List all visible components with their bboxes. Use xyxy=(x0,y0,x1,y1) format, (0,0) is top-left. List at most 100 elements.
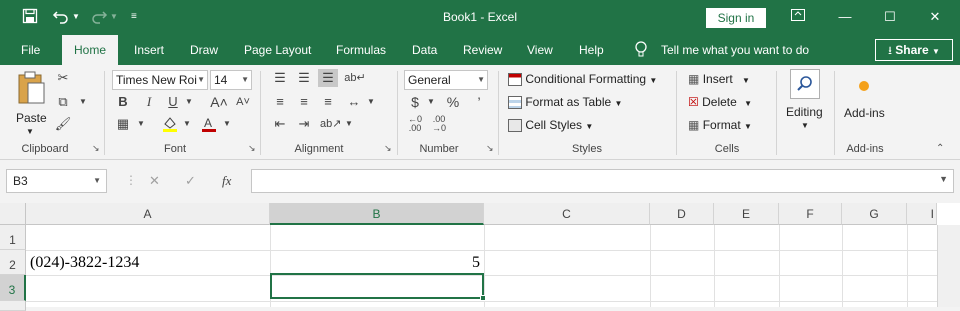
column-header-b[interactable]: B xyxy=(270,203,484,225)
align-top-icon[interactable]: ☰ xyxy=(270,69,290,87)
number-format-select[interactable]: General ▼ xyxy=(404,70,488,90)
copy-icon[interactable]: ⧉ xyxy=(54,93,72,111)
orientation-icon[interactable]: ab↗ xyxy=(320,115,341,133)
fill-handle[interactable] xyxy=(480,295,486,301)
number-launcher-icon[interactable]: ↘ xyxy=(486,143,494,154)
underline-dropdown-icon[interactable]: ▼ xyxy=(184,93,194,111)
tab-file[interactable]: File xyxy=(21,35,40,65)
fill-color-icon[interactable] xyxy=(160,115,180,138)
tab-page-layout[interactable]: Page Layout xyxy=(244,35,311,65)
column-header-c[interactable]: C xyxy=(484,203,650,225)
formula-bar-area: B3 ▼ ⋮ ✕ ✓ fx ▼ xyxy=(0,161,960,203)
active-cell-b3[interactable] xyxy=(270,273,484,299)
minimize-button[interactable]: — xyxy=(822,0,868,35)
align-right-icon[interactable]: ≡ xyxy=(318,93,338,111)
decrease-font-size-icon[interactable]: A˅ xyxy=(234,93,252,111)
tab-help[interactable]: Help xyxy=(579,35,604,65)
tab-formulas[interactable]: Formulas xyxy=(336,35,386,65)
cell-b2[interactable]: 5 xyxy=(274,251,480,275)
column-header-g[interactable]: G xyxy=(842,203,907,225)
font-size-select[interactable]: 14 ▼ xyxy=(210,70,252,90)
insert-cells-button[interactable]: ▦ Insert ▼ xyxy=(688,70,750,90)
column-header-d[interactable]: D xyxy=(650,203,714,225)
tab-review[interactable]: Review xyxy=(463,35,502,65)
row-header-1[interactable]: 1 xyxy=(0,225,26,250)
merge-center-icon[interactable]: ↔ xyxy=(344,93,364,111)
chevron-down-icon: ▼ xyxy=(801,121,809,130)
copy-dropdown-icon[interactable]: ▼ xyxy=(78,93,88,111)
tab-data[interactable]: Data xyxy=(412,35,437,65)
row-header-4[interactable] xyxy=(0,301,26,311)
alignment-launcher-icon[interactable]: ↘ xyxy=(384,143,392,154)
borders-icon[interactable]: ▦ xyxy=(114,115,132,133)
font-color-dropdown-icon[interactable]: ▼ xyxy=(222,115,232,133)
decrease-decimal-icon[interactable]: .00 →0 xyxy=(428,115,450,133)
borders-dropdown-icon[interactable]: ▼ xyxy=(136,115,146,133)
align-middle-icon[interactable]: ☰ xyxy=(294,69,314,87)
increase-indent-icon[interactable]: ⇥ xyxy=(294,115,314,133)
decrease-indent-icon[interactable]: ⇤ xyxy=(270,115,290,133)
font-launcher-icon[interactable]: ↘ xyxy=(248,143,256,154)
maximize-button[interactable]: ☐ xyxy=(867,0,913,35)
column-header-e[interactable]: E xyxy=(714,203,779,225)
formula-input[interactable]: ▼ xyxy=(251,169,954,193)
currency-button[interactable]: $ xyxy=(406,93,424,111)
row-header-2[interactable]: 2 xyxy=(0,250,26,275)
ribbon-display-options-icon[interactable] xyxy=(775,0,821,35)
share-button[interactable]: ⭳ Share ▼ xyxy=(875,39,953,61)
italic-button[interactable]: I xyxy=(140,93,158,111)
format-as-table-button[interactable]: Format as Table ▼ xyxy=(508,93,622,113)
add-ins-button[interactable]: Add-ins xyxy=(842,77,892,120)
enter-icon[interactable]: ✓ xyxy=(185,173,196,189)
increase-font-size-icon[interactable]: A˄ xyxy=(210,93,228,111)
merge-dropdown-icon[interactable]: ▼ xyxy=(366,93,376,111)
wrap-text-icon[interactable]: ab↵ xyxy=(344,69,366,87)
vertical-scrollbar[interactable] xyxy=(937,225,960,307)
alignment-group-label: Alignment xyxy=(294,143,344,155)
comma-style-button[interactable]: ’ xyxy=(472,93,486,111)
chevron-down-icon: ▼ xyxy=(585,122,594,131)
close-button[interactable]: ✕ xyxy=(912,0,958,35)
column-header-f[interactable]: F xyxy=(779,203,842,225)
group-divider xyxy=(397,71,398,155)
fill-color-dropdown-icon[interactable]: ▼ xyxy=(182,115,192,133)
cell-a2[interactable]: (024)-3822-1234 xyxy=(30,251,266,275)
increase-decimal-icon[interactable]: ←0.00 xyxy=(404,115,426,133)
collapse-ribbon-icon[interactable]: ⌃ xyxy=(936,143,944,154)
cell-styles-button[interactable]: Cell Styles ▼ xyxy=(508,116,593,136)
column-header-partial[interactable]: I xyxy=(907,203,937,225)
tab-insert[interactable]: Insert xyxy=(134,35,164,65)
insert-cells-icon: ▦ xyxy=(688,72,700,86)
name-box[interactable]: B3 ▼ xyxy=(6,169,107,193)
cell-styles-icon xyxy=(508,119,522,133)
delete-cells-button[interactable]: ☒ Delete ▼ xyxy=(688,93,752,113)
conditional-formatting-button[interactable]: Conditional Formatting ▼ xyxy=(508,70,657,90)
select-all-corner[interactable] xyxy=(0,203,26,225)
orientation-dropdown-icon[interactable]: ▼ xyxy=(344,115,354,133)
percent-button[interactable]: % xyxy=(444,93,462,111)
sign-in-button[interactable]: Sign in xyxy=(706,8,766,28)
add-ins-icon xyxy=(859,81,869,91)
cancel-icon[interactable]: ✕ xyxy=(149,173,160,189)
editing-button[interactable]: Editing ▼ xyxy=(786,69,826,135)
insert-function-icon[interactable]: fx xyxy=(222,173,231,189)
align-center-icon[interactable]: ≡ xyxy=(294,93,314,111)
align-bottom-icon[interactable]: ☰ xyxy=(318,69,338,87)
tab-draw[interactable]: Draw xyxy=(190,35,218,65)
font-name-select[interactable]: Times New Roi ▼ xyxy=(112,70,208,90)
tab-home[interactable]: Home xyxy=(62,35,119,65)
paste-button[interactable]: Paste ▼ xyxy=(12,71,50,137)
expand-formula-bar-icon[interactable]: ▼ xyxy=(939,174,948,184)
tab-view[interactable]: View xyxy=(527,35,553,65)
format-cells-button[interactable]: ▦ Format ▼ xyxy=(688,116,752,136)
format-painter-icon[interactable]: 🖌 xyxy=(54,115,72,133)
column-header-a[interactable]: A xyxy=(26,203,270,225)
cut-icon[interactable]: ✂ xyxy=(54,69,72,87)
currency-dropdown-icon[interactable]: ▼ xyxy=(426,93,436,111)
align-left-icon[interactable]: ≡ xyxy=(270,93,290,111)
clipboard-launcher-icon[interactable]: ↘ xyxy=(92,143,100,154)
font-color-icon[interactable]: A xyxy=(200,115,218,138)
underline-button[interactable]: U xyxy=(164,93,182,111)
row-header-3[interactable]: 3 xyxy=(0,275,26,301)
bold-button[interactable]: B xyxy=(114,93,132,111)
